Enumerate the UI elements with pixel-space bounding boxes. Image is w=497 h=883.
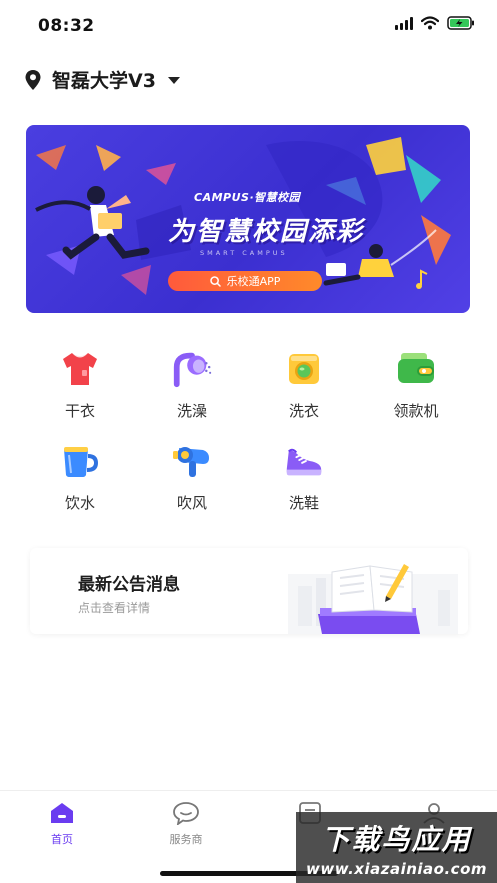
tab-service-provider[interactable]: 服务商 [146,801,226,847]
service-laundry[interactable]: 洗衣 [248,348,360,430]
promo-banner[interactable]: CAMPUS·智慧校园 为智慧校园添彩 SMART CAMPUS 乐校通APP [26,125,470,313]
washing-machine-icon [283,348,325,390]
tab-home[interactable]: 首页 [22,801,102,847]
banner-title: 为智慧校园添彩 [168,217,365,247]
service-label: 吹风 [176,494,207,512]
service-shower[interactable]: 洗澡 [136,348,248,430]
service-label: 饮水 [64,494,95,512]
battery-charging-icon [447,16,474,30]
cup-icon [59,440,101,482]
watermark: 下载鸟应用 www.xiazainiao.com [296,812,497,883]
announcement-card[interactable]: 最新公告消息 点击查看详情 [30,548,468,634]
tab-label: 首页 [51,833,73,846]
sneaker-icon [283,440,325,482]
service-label: 洗澡 [176,402,207,420]
book-icon [288,564,458,634]
banner-search-button[interactable]: 乐校通APP [168,271,322,291]
shirt-icon [59,348,101,390]
signal-icon [395,16,413,30]
status-time: 08:32 [38,16,95,36]
home-icon [51,803,73,823]
service-cash-machine[interactable]: 领款机 [360,348,472,430]
watermark-title: 下载鸟应用 [321,822,472,856]
wifi-icon [421,16,439,30]
header: 智磊大学V3 [0,50,497,110]
banner-subtitle: SMART CAMPUS [200,249,288,257]
announcement-title: 最新公告消息 [78,575,180,595]
tab-label: 服务商 [169,833,203,846]
campus-selector[interactable]: 智磊大学V3 [24,66,180,93]
map-pin-icon [25,69,41,90]
service-label: 领款机 [393,402,439,420]
shower-icon [171,348,213,390]
banner-brand: CAMPUS·智慧校园 [194,191,301,204]
service-label: 洗鞋 [288,494,319,512]
status-bar: 08:32 [0,0,497,50]
service-label: 干衣 [64,402,95,420]
service-drinking-water[interactable]: 饮水 [24,440,136,522]
caret-down-icon [167,77,180,84]
service-hair-dryer[interactable]: 吹风 [136,440,248,522]
watermark-url: www.xiazainiao.com [305,859,488,878]
chat-icon [173,802,199,825]
banner-search-label: 乐校通APP [226,275,281,288]
wallet-icon [395,348,437,390]
search-icon [209,275,221,287]
announcement-subtitle: 点击查看详情 [78,601,151,615]
service-shoe-wash[interactable]: 洗鞋 [248,440,360,522]
status-icons [395,16,475,30]
service-dry-clothes[interactable]: 干衣 [24,348,136,430]
hair-dryer-icon [171,440,213,482]
service-label: 洗衣 [288,402,319,420]
campus-name: 智磊大学V3 [52,70,156,92]
